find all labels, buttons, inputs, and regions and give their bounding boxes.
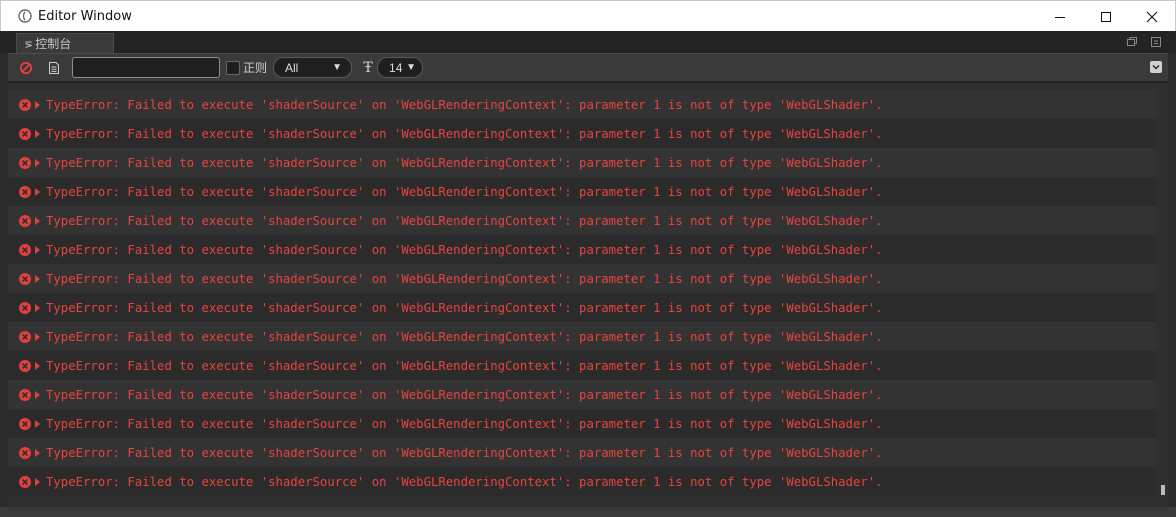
expand-arrow-icon[interactable] [35, 129, 40, 138]
log-message: TypeError: Failed to execute 'shaderSour… [46, 213, 883, 228]
log-message: TypeError: Failed to execute 'shaderSour… [46, 416, 883, 431]
window-title: Editor Window [38, 8, 132, 24]
close-button[interactable] [1129, 1, 1175, 32]
log-entry[interactable]: TypeError: Failed to execute 'shaderSour… [8, 409, 1156, 438]
log-entry[interactable]: TypeError: Failed to execute 'shaderSour… [8, 293, 1156, 322]
log-message: TypeError: Failed to execute 'shaderSour… [46, 387, 883, 402]
log-message: TypeError: Failed to execute 'shaderSour… [46, 97, 883, 112]
error-icon [19, 417, 31, 430]
error-icon [19, 359, 31, 372]
console-icon: ⋝ [25, 36, 33, 51]
error-icon [19, 185, 31, 198]
log-entry[interactable]: TypeError: Failed to execute 'shaderSour… [8, 351, 1156, 380]
log-message: TypeError: Failed to execute 'shaderSour… [46, 126, 883, 141]
log-entry[interactable]: TypeError: Failed to execute 'shaderSour… [8, 119, 1156, 148]
font-size-value: 14 [389, 60, 403, 75]
window-controls [1037, 1, 1175, 32]
expand-arrow-icon[interactable] [35, 390, 40, 399]
error-icon [19, 330, 31, 343]
log-message: TypeError: Failed to execute 'shaderSour… [46, 445, 883, 460]
error-icon [19, 446, 31, 459]
log-entry[interactable]: TypeError: Failed to execute 'shaderSour… [8, 380, 1156, 409]
log-entry[interactable]: TypeError: Failed to execute 'shaderSour… [8, 235, 1156, 264]
log-entry[interactable]: TypeError: Failed to execute 'shaderSour… [8, 438, 1156, 467]
open-log-file-button[interactable] [46, 60, 62, 76]
error-icon [19, 272, 31, 285]
close-icon [1146, 11, 1158, 22]
clear-console-button[interactable] [18, 60, 34, 76]
console-log-area: TypeError: Failed to execute 'shaderSour… [8, 82, 1168, 507]
expand-arrow-icon[interactable] [35, 187, 40, 196]
error-icon [19, 301, 31, 314]
font-size-select[interactable]: 14 ▼ [377, 57, 424, 78]
log-entry[interactable]: TypeError: Failed to execute 'shaderSour… [8, 90, 1156, 119]
expand-arrow-icon[interactable] [35, 361, 40, 370]
expand-arrow-icon[interactable] [35, 332, 40, 341]
collapse-toggle-button[interactable] [1150, 61, 1162, 73]
expand-arrow-icon[interactable] [35, 158, 40, 167]
error-icon [19, 156, 31, 169]
minimize-icon [1055, 16, 1065, 18]
log-message: TypeError: Failed to execute 'shaderSour… [46, 300, 883, 315]
error-icon [19, 243, 31, 256]
chevron-down-icon: ▼ [332, 62, 343, 73]
expand-arrow-icon[interactable] [35, 274, 40, 283]
log-message: TypeError: Failed to execute 'shaderSour… [46, 271, 883, 286]
expand-arrow-icon[interactable] [35, 448, 40, 457]
expand-arrow-icon[interactable] [35, 419, 40, 428]
log-entry[interactable]: TypeError: Failed to execute 'shaderSour… [8, 467, 1156, 496]
console-toolbar: 正则 All ▼ Ŧ 14 ▼ [8, 53, 1168, 82]
log-entry[interactable]: TypeError: Failed to execute 'shaderSour… [8, 148, 1156, 177]
font-size-icon: Ŧ [363, 59, 373, 76]
clear-icon [19, 61, 33, 74]
error-icon [19, 127, 31, 140]
maximize-button[interactable] [1083, 1, 1129, 32]
panel-menu-icon[interactable] [1150, 35, 1162, 47]
expand-arrow-icon[interactable] [35, 477, 40, 486]
log-message: TypeError: Failed to execute 'shaderSour… [46, 242, 883, 257]
chevron-down-icon: ▼ [406, 62, 417, 73]
log-message: TypeError: Failed to execute 'shaderSour… [46, 155, 883, 170]
log-scrollbar[interactable] [1158, 85, 1166, 499]
log-message: TypeError: Failed to execute 'shaderSour… [46, 329, 883, 344]
expand-arrow-icon[interactable] [35, 216, 40, 225]
regex-checkbox[interactable] [226, 60, 240, 75]
expand-arrow-icon[interactable] [35, 100, 40, 109]
log-level-value: All [285, 60, 299, 75]
log-message: TypeError: Failed to execute 'shaderSour… [46, 474, 883, 489]
expand-arrow-icon[interactable] [35, 303, 40, 312]
filter-input[interactable] [72, 57, 220, 78]
log-entry[interactable]: TypeError: Failed to execute 'shaderSour… [8, 264, 1156, 293]
error-icon [19, 98, 31, 111]
log-list: TypeError: Failed to execute 'shaderSour… [8, 90, 1156, 496]
error-icon [19, 475, 31, 488]
minimize-button[interactable] [1037, 1, 1083, 32]
log-entry[interactable]: TypeError: Failed to execute 'shaderSour… [8, 177, 1156, 206]
file-icon [49, 61, 59, 74]
log-entry[interactable]: TypeError: Failed to execute 'shaderSour… [8, 322, 1156, 351]
log-entry[interactable]: TypeError: Failed to execute 'shaderSour… [8, 206, 1156, 235]
scrollbar-thumb[interactable] [1161, 485, 1165, 495]
app-logo-icon [18, 9, 32, 23]
window-titlebar: Editor Window [0, 0, 1176, 31]
tab-actions [1126, 35, 1162, 47]
popout-icon[interactable] [1126, 35, 1138, 47]
collapse-icon [1152, 65, 1160, 70]
maximize-icon [1101, 11, 1111, 22]
error-icon [19, 214, 31, 227]
log-message: TypeError: Failed to execute 'shaderSour… [46, 358, 883, 373]
error-icon [19, 388, 31, 401]
tab-console[interactable]: ⋝ 控制台 [16, 33, 114, 53]
expand-arrow-icon[interactable] [35, 245, 40, 254]
log-level-select[interactable]: All ▼ [273, 57, 353, 78]
regex-label: 正则 [243, 61, 268, 75]
panel-tabstrip: ⋝ 控制台 [0, 31, 1176, 53]
log-message: TypeError: Failed to execute 'shaderSour… [46, 184, 883, 199]
window-bottom-edge [0, 507, 1176, 517]
tab-console-label: 控制台 [35, 37, 72, 51]
